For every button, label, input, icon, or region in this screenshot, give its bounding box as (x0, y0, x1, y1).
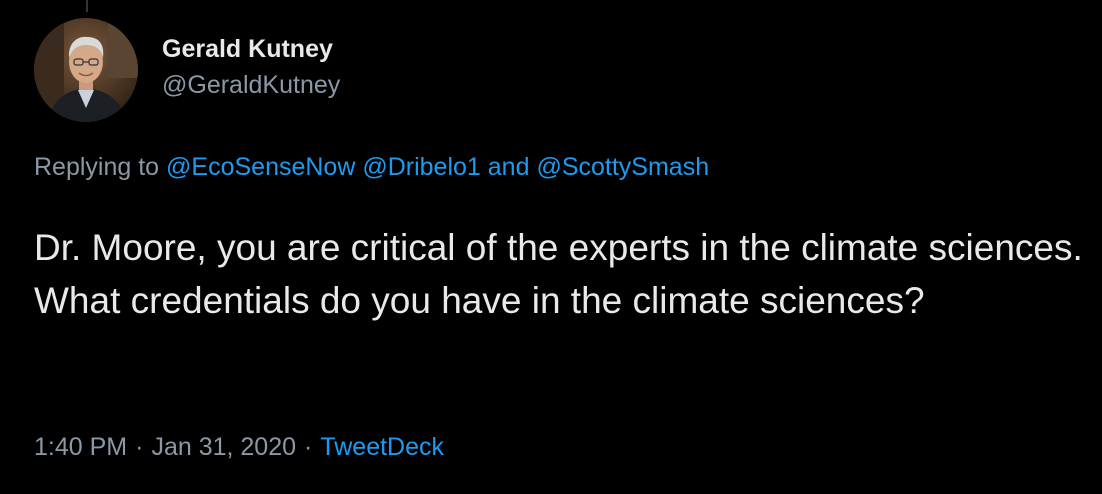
meta-separator: · (304, 433, 313, 461)
replying-to-prefix: Replying to (34, 153, 160, 181)
tweet-source-link[interactable]: TweetDeck (320, 433, 444, 461)
meta-separator: · (135, 433, 144, 461)
mention-scottysmash[interactable]: @ScottySmash (536, 153, 709, 181)
tweet-header: Gerald Kutney @GeraldKutney (34, 18, 340, 122)
tweet-meta: 1:40 PM · Jan 31, 2020 · TweetDeck (34, 430, 444, 464)
tweet: Gerald Kutney @GeraldKutney Replying to … (0, 0, 1102, 494)
author-display-name[interactable]: Gerald Kutney (162, 34, 340, 64)
avatar[interactable] (34, 18, 138, 122)
author-names: Gerald Kutney @GeraldKutney (162, 34, 340, 102)
tweet-time[interactable]: 1:40 PM (34, 433, 127, 461)
replying-to-line: Replying to @EcoSenseNow @Dribelo1 and @… (34, 150, 709, 184)
tweet-date[interactable]: Jan 31, 2020 (151, 433, 296, 461)
mention-dribelo1[interactable]: @Dribelo1 (362, 153, 480, 181)
mention-ecosensenow[interactable]: @EcoSenseNow (166, 153, 355, 181)
author-handle[interactable]: @GeraldKutney (162, 68, 340, 102)
replying-conjunction[interactable]: and (488, 153, 530, 181)
tweet-text: Dr. Moore, you are critical of the exper… (34, 227, 1083, 321)
